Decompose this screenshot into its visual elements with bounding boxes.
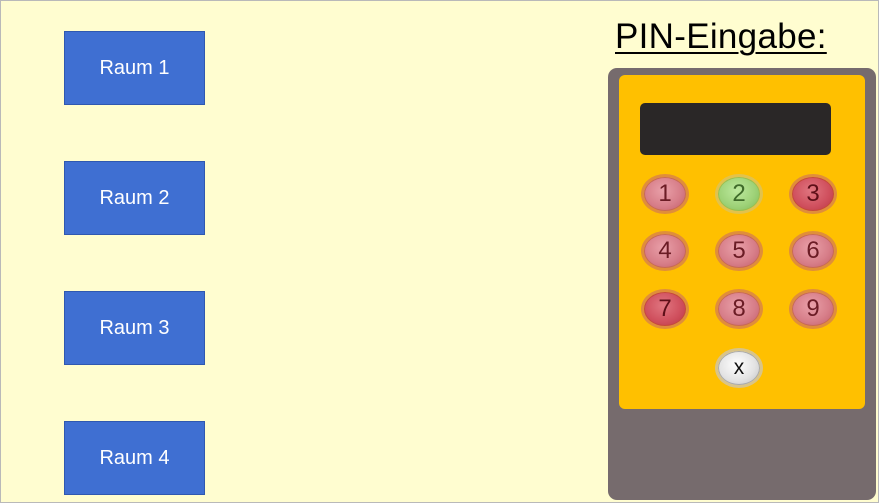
key-6-button[interactable]: 6 [789,231,837,271]
key-9-button[interactable]: 9 [789,289,837,329]
keypad-face: 1 2 3 4 5 6 7 8 9 x [619,75,865,409]
room-3-button[interactable]: Raum 3 [64,291,205,365]
key-8-button[interactable]: 8 [715,289,763,329]
key-5-button[interactable]: 5 [715,231,763,271]
room-2-button[interactable]: Raum 2 [64,161,205,235]
pin-entry-title: PIN-Eingabe: [615,17,827,56]
room-1-button[interactable]: Raum 1 [64,31,205,105]
key-7-button[interactable]: 7 [641,289,689,329]
room-4-button[interactable]: Raum 4 [64,421,205,495]
key-1-button[interactable]: 1 [641,174,689,214]
key-clear-button[interactable]: x [715,348,763,388]
key-4-button[interactable]: 4 [641,231,689,271]
canvas: Raum 1 Raum 2 Raum 3 Raum 4 PIN-Eingabe:… [0,0,879,503]
keypad-device: 1 2 3 4 5 6 7 8 9 x [608,68,876,500]
pin-display [640,103,831,155]
key-3-button[interactable]: 3 [789,174,837,214]
key-2-button[interactable]: 2 [715,174,763,214]
